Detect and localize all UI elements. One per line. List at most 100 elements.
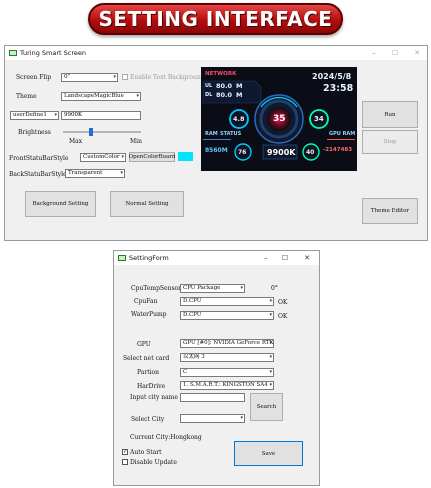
preview-time: 23:58 [323, 83, 354, 94]
preview-ul-label: UL [205, 83, 213, 89]
brightness-slider[interactable] [63, 128, 141, 136]
disable-update-checkbox[interactable] [122, 459, 128, 465]
preview-gpu-ram-value: -2147483 [323, 147, 353, 153]
chevron-down-icon: ▾ [269, 340, 272, 346]
preview-cpu-model: 9900K [267, 148, 296, 157]
select-city-label: Select City [131, 416, 165, 423]
cpu-temp-reading: 0° [271, 285, 278, 292]
chevron-down-icon: ▾ [120, 170, 123, 176]
net-card-label: Select net card [123, 355, 170, 362]
front-bar-select[interactable]: CustomColor ▾ [80, 153, 126, 162]
harddrive-select[interactable]: 1. S.M.A.R.T.: KINGSTON SA4 ▾ [180, 381, 274, 390]
water-pump-select[interactable]: D.CPU ▾ [180, 311, 274, 320]
chevron-down-icon: ▾ [54, 112, 57, 118]
chevron-down-icon: ▾ [121, 154, 124, 160]
net-card-select[interactable]: 以太网 3 ▾ [180, 353, 274, 362]
cpu-fan-select[interactable]: D.CPU ▾ [180, 297, 274, 306]
preview-ul-unit: M [236, 82, 243, 90]
gpu-label: GPU [137, 341, 151, 348]
cpu-temp-label: CpuTempSensor [131, 285, 181, 292]
title-banner: SETTING INTERFACE [88, 3, 343, 35]
open-color-board-button[interactable]: OpenColorBoard [129, 152, 175, 162]
cpu-fan-label: CpuFan [134, 298, 158, 305]
partion-select[interactable]: C ▾ [180, 368, 274, 377]
preview-ram-value: 8560M [205, 147, 228, 154]
preview-ram-label: RAM [205, 131, 218, 137]
screen-flip-label: Screen Flip [16, 74, 52, 81]
chevron-down-icon: ▾ [269, 354, 272, 360]
run-button[interactable]: Run [362, 101, 418, 128]
screen-flip-select[interactable]: 0° ▾ [61, 73, 118, 82]
auto-start-label: Auto Start [130, 449, 162, 456]
chevron-down-icon: ▾ [269, 298, 272, 304]
chevron-down-icon: ▾ [136, 93, 139, 99]
chevron-down-icon: ▾ [269, 382, 272, 388]
brightness-min-label: Min [130, 138, 142, 145]
user-define-input[interactable]: 9900K [61, 111, 141, 120]
app-icon [118, 255, 126, 261]
city-name-label: Input city name [130, 394, 178, 401]
chevron-down-icon: ▾ [269, 369, 272, 375]
preview-dl-value: 80.0 [216, 91, 233, 99]
preview-left-gauge: 4.8 [233, 115, 245, 123]
brightness-thumb[interactable] [89, 128, 93, 136]
app-icon [9, 50, 17, 56]
harddrive-label: HarDrive [137, 383, 166, 390]
banner-title: SETTING INTERFACE [98, 7, 333, 31]
partion-label: Partion [137, 369, 160, 376]
background-setting-button[interactable]: Background Setting [25, 191, 96, 217]
theme-select[interactable]: LandscapeMagicBlue ▾ [61, 92, 141, 101]
chevron-down-icon: ▾ [269, 312, 272, 318]
auto-start-checkbox[interactable]: ✓ [122, 449, 128, 455]
user-define-select[interactable]: userDefine1 ▾ [10, 111, 59, 120]
theme-editor-button[interactable]: Theme Editor [362, 198, 418, 224]
current-city-text: Current City:Hongkong [130, 434, 202, 441]
water-pump-ok: OK [278, 313, 288, 320]
brightness-max-label: Max [69, 138, 83, 145]
gpu-select[interactable]: GPU [#0]: NVIDIA GeForce RTX ▾ [180, 339, 274, 348]
close-icon[interactable]: ✕ [300, 251, 314, 265]
city-name-input[interactable] [180, 393, 245, 402]
theme-preview: NETWORK 2024/5/8 23:58 UL 80.0 M DL 80.0… [201, 67, 357, 171]
back-bar-label: BackStatuBarStyle [9, 171, 67, 178]
minimize-icon[interactable]: – [367, 46, 381, 60]
water-pump-label: WaterPump [131, 311, 167, 318]
theme-label: Theme [16, 93, 37, 100]
main-window-title: Turing Smart Screen [20, 49, 86, 57]
brightness-label: Brightness [18, 129, 51, 136]
save-button[interactable]: Save [234, 441, 303, 466]
cpu-fan-ok: OK [278, 299, 288, 306]
stop-button[interactable]: Stop [362, 130, 418, 154]
search-button[interactable]: Search [250, 393, 283, 421]
preview-ul-value: 80.0 [216, 82, 233, 90]
preview-dl-unit: M [236, 91, 243, 99]
chevron-down-icon: ▾ [240, 285, 243, 291]
setting-form-title: SettingForm [129, 254, 169, 262]
cpu-temp-select[interactable]: CPU Package ▾ [180, 284, 245, 293]
preview-center-value: 35 [273, 114, 286, 124]
preview-network: NETWORK [205, 71, 237, 77]
color-swatch [178, 152, 193, 161]
preview-status-label: STATUS [220, 131, 242, 137]
enable-text-bg-label: Enable Text Background [130, 74, 205, 81]
select-city-select[interactable]: ▾ [180, 414, 245, 423]
close-icon[interactable]: ✕ [410, 46, 424, 60]
back-bar-select[interactable]: Transparent ▾ [65, 169, 125, 178]
chevron-down-icon: ▾ [113, 74, 116, 80]
preview-date: 2024/5/8 [312, 72, 352, 81]
front-bar-label: FrontStatuBarStyle [9, 155, 69, 162]
main-titlebar: Turing Smart Screen [5, 46, 427, 60]
maximize-icon[interactable]: ☐ [388, 46, 402, 60]
minimize-icon[interactable]: – [259, 251, 273, 265]
preview-small-gauge-right: 40 [306, 149, 315, 156]
preview-right-gauge: 34 [314, 115, 324, 123]
preview-small-gauge-left: 76 [238, 149, 247, 156]
maximize-icon[interactable]: ☐ [278, 251, 292, 265]
preview-gpu-ram-label: GPU RAM [329, 131, 356, 137]
normal-setting-button[interactable]: Normal Setting [110, 191, 184, 217]
disable-update-label: Disable Update [130, 459, 177, 466]
preview-dl-label: DL [205, 92, 213, 98]
brightness-track [63, 131, 141, 133]
enable-text-bg-checkbox[interactable] [122, 74, 128, 80]
chevron-down-icon: ▾ [240, 415, 243, 421]
